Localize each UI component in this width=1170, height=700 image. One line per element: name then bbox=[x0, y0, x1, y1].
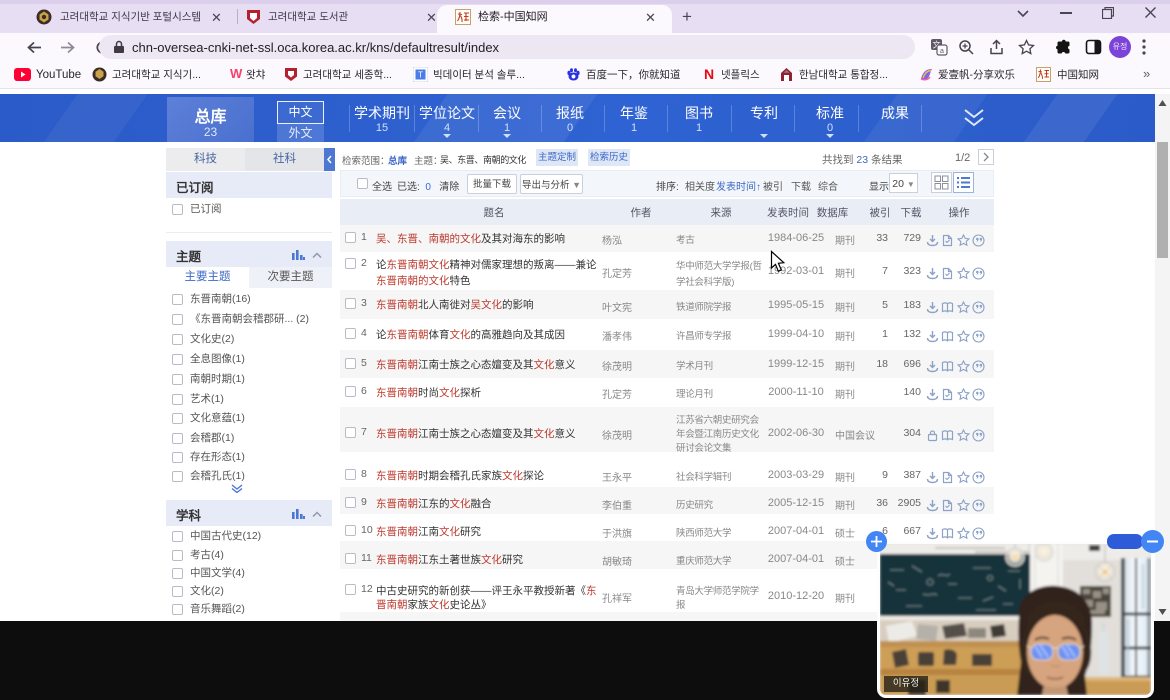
svg-text:a: a bbox=[940, 48, 944, 55]
svg-text:T: T bbox=[418, 71, 423, 80]
